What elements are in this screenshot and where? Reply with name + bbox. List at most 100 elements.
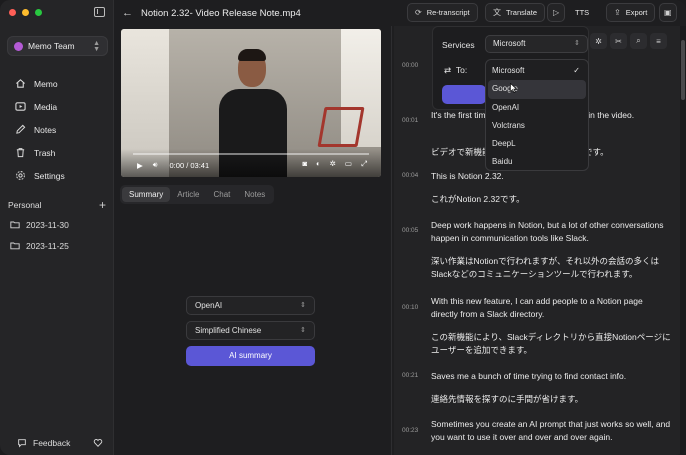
camera-icon[interactable]: ◙: [303, 159, 308, 169]
folder-icon: [10, 221, 20, 229]
sidebar-item-notes[interactable]: Notes: [0, 118, 114, 141]
segment-timestamp: 00:10: [402, 304, 419, 311]
dropdown-option-deepl[interactable]: DeepL: [486, 135, 588, 153]
translate-button[interactable]: 文 Translate: [485, 3, 545, 22]
to-label: To:: [455, 65, 468, 75]
search-icon[interactable]: ⌕: [630, 33, 647, 49]
segment-text: This is Notion 2.32.: [431, 171, 504, 181]
segment-timestamp: 00:05: [402, 227, 419, 234]
play-icon[interactable]: ▶: [137, 161, 143, 170]
gear-icon[interactable]: ✲: [330, 159, 336, 169]
team-avatar: [14, 41, 23, 51]
panel-toggle-button[interactable]: ▣: [659, 3, 677, 22]
dropdown-option-google[interactable]: Google: [488, 80, 586, 99]
sidebar-item-trash[interactable]: Trash: [0, 141, 114, 164]
tab-summary[interactable]: Summary: [122, 187, 171, 202]
palette-icon[interactable]: ◐: [316, 159, 321, 169]
language-select-value: Simplified Chinese: [195, 326, 262, 335]
retranscript-button[interactable]: ⟳ Re-transcript: [407, 3, 478, 22]
segment-timestamp: 00:01: [402, 117, 419, 124]
mouse-cursor-icon: [510, 83, 518, 93]
heart-icon[interactable]: [93, 438, 103, 448]
play-icon: ▷: [553, 8, 560, 17]
add-folder-icon[interactable]: +: [99, 199, 106, 211]
sidebar: Memo Team ▲ ▼ Memo Media Notes Trash Set…: [0, 0, 114, 455]
video-controls-row: ▶ 🔊︎ 0:00 / 03:41 ◙ ◐ ✲ ▭ ⤢: [137, 159, 367, 171]
segment-text: Sometimes you create an AI prompt that j…: [431, 419, 671, 442]
segment-translation: 連絡先情報を探すのに手間が省けます。: [431, 394, 584, 404]
services-select[interactable]: Microsoft ⇕: [485, 35, 588, 53]
tab-article[interactable]: Article: [170, 187, 206, 202]
panel-divider[interactable]: [391, 26, 392, 455]
team-switcher[interactable]: Memo Team ▲ ▼: [7, 36, 108, 56]
swap-icon: ⇄: [444, 65, 452, 75]
home-icon: [15, 78, 26, 89]
sidebar-item-media[interactable]: Media: [0, 95, 114, 118]
translate-icon: 文: [493, 8, 501, 17]
minimize-window-button[interactable]: [22, 9, 29, 16]
refresh-icon: ⟳: [415, 8, 422, 17]
sidebar-toggle-icon[interactable]: [94, 7, 105, 17]
folder-list: 2023-11-30 2023-11-25: [0, 214, 114, 256]
content-tabs: Summary Article Chat Notes: [120, 185, 275, 204]
theater-mode-icon[interactable]: ▭: [345, 159, 352, 169]
sidebar-item-memo[interactable]: Memo: [0, 72, 114, 95]
folder-label: 2023-11-25: [26, 240, 69, 251]
video-progress-bar[interactable]: [133, 153, 369, 155]
dropdown-option-baidu[interactable]: Baidu: [486, 153, 588, 171]
translate-confirm-button[interactable]: [442, 85, 486, 104]
back-arrow-icon[interactable]: ←: [122, 7, 133, 19]
scissors-icon[interactable]: ✂: [610, 33, 627, 49]
export-button[interactable]: ⇪ Export: [606, 3, 656, 22]
sidebar-item-label: Media: [34, 101, 58, 112]
feedback-label: Feedback: [33, 438, 71, 448]
folder-item[interactable]: 2023-11-25: [0, 235, 114, 256]
segment-translation: これがNotion 2.32です。: [431, 194, 525, 204]
option-label: Baidu: [492, 157, 513, 167]
menu-icon[interactable]: ≡: [650, 33, 667, 49]
language-select[interactable]: Simplified Chinese ⇕: [186, 321, 315, 340]
close-window-button[interactable]: [9, 9, 16, 16]
video-player[interactable]: ▶ 🔊︎ 0:00 / 03:41 ◙ ◐ ✲ ▭ ⤢: [121, 29, 381, 177]
target-language-label: ⇄ To:: [444, 65, 467, 76]
model-select[interactable]: OpenAI ⇕: [186, 296, 315, 315]
translate-label: Translate: [506, 8, 537, 17]
sidebar-item-settings[interactable]: Settings: [0, 164, 114, 187]
tab-chat[interactable]: Chat: [206, 187, 237, 202]
dropdown-option-volctrans[interactable]: Volctrans: [486, 117, 588, 135]
fullscreen-icon[interactable]: ⤢: [361, 159, 367, 169]
services-label: Services: [442, 40, 475, 50]
scrollbar-thumb[interactable]: [681, 40, 685, 100]
dropdown-option-microsoft[interactable]: Microsoft ✓: [486, 62, 588, 80]
option-label: Microsoft: [492, 66, 525, 75]
gear-icon: [15, 170, 26, 181]
updown-chevron-icon: ⇕: [574, 40, 580, 47]
option-label: OpenAI: [492, 102, 520, 112]
pen-icon: [15, 124, 26, 135]
folder-item[interactable]: 2023-11-30: [0, 214, 114, 235]
personal-section-header: Personal +: [8, 199, 106, 211]
folder-icon: [10, 242, 20, 250]
tts-button[interactable]: TTS: [568, 3, 596, 22]
updown-chevron-icon: ⇕: [300, 327, 306, 334]
play-tts-button[interactable]: ▷: [547, 3, 566, 22]
updown-chevron-icon: ⇕: [300, 302, 306, 309]
dropdown-option-openai[interactable]: OpenAI: [486, 99, 588, 117]
tab-notes[interactable]: Notes: [237, 187, 272, 202]
ai-summary-button[interactable]: AI summary: [186, 346, 315, 366]
sidebar-item-label: Memo: [34, 78, 58, 89]
export-label: Export: [625, 8, 648, 17]
volume-icon[interactable]: 🔊︎: [153, 160, 158, 170]
video-time: 0:00 / 03:41: [169, 160, 210, 170]
feedback-button[interactable]: Feedback: [17, 438, 70, 448]
segment-text: Saves me a bunch of time trying to find …: [431, 371, 627, 381]
play-square-icon: [15, 101, 26, 112]
maximize-window-button[interactable]: [35, 9, 42, 16]
updown-chevron-icon: ▲ ▼: [93, 40, 100, 53]
chat-bubble-icon: [18, 439, 26, 448]
section-title: Personal: [8, 200, 42, 210]
settings-icon[interactable]: ✲: [590, 33, 607, 49]
model-select-value: OpenAI: [195, 301, 223, 310]
transcript-tools: ✲ ✂ ⌕ ≡: [590, 33, 667, 49]
sidebar-item-label: Notes: [34, 124, 57, 135]
